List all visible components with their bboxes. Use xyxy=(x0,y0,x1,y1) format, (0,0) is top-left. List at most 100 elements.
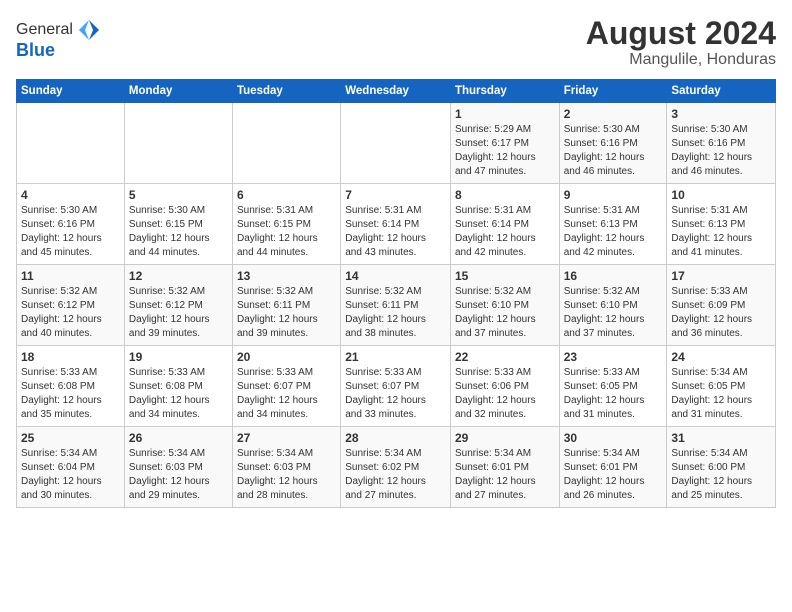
page-title: August 2024 xyxy=(586,16,776,51)
day-detail: Sunrise: 5:32 AM Sunset: 6:12 PM Dayligh… xyxy=(21,285,120,341)
day-detail: Sunrise: 5:34 AM Sunset: 6:00 PM Dayligh… xyxy=(671,447,771,503)
calendar-cell: 28 Sunrise: 5:34 AM Sunset: 6:02 PM Dayli… xyxy=(341,427,451,508)
day-number: 27 xyxy=(237,431,336,445)
day-detail: Sunrise: 5:33 AM Sunset: 6:05 PM Dayligh… xyxy=(564,366,663,422)
calendar-cell: 24 Sunrise: 5:34 AM Sunset: 6:05 PM Dayli… xyxy=(667,346,776,427)
logo-general-text: General xyxy=(16,21,73,39)
day-number: 13 xyxy=(237,269,336,283)
day-number: 23 xyxy=(564,350,663,364)
day-detail: Sunrise: 5:33 AM Sunset: 6:08 PM Dayligh… xyxy=(129,366,228,422)
calendar-cell: 29 Sunrise: 5:34 AM Sunset: 6:01 PM Dayli… xyxy=(450,427,559,508)
day-detail: Sunrise: 5:32 AM Sunset: 6:11 PM Dayligh… xyxy=(237,285,336,341)
day-number: 11 xyxy=(21,269,120,283)
calendar-week-3: 18 Sunrise: 5:33 AM Sunset: 6:08 PM Dayli… xyxy=(17,346,776,427)
calendar-header-sunday: Sunday xyxy=(17,80,125,103)
page-subtitle: Mangulile, Honduras xyxy=(586,51,776,69)
day-detail: Sunrise: 5:31 AM Sunset: 6:13 PM Dayligh… xyxy=(564,204,663,260)
day-number: 24 xyxy=(671,350,771,364)
calendar-cell: 11 Sunrise: 5:32 AM Sunset: 6:12 PM Dayli… xyxy=(17,265,125,346)
day-number: 12 xyxy=(129,269,228,283)
calendar-week-4: 25 Sunrise: 5:34 AM Sunset: 6:04 PM Dayli… xyxy=(17,427,776,508)
day-detail: Sunrise: 5:30 AM Sunset: 6:15 PM Dayligh… xyxy=(129,204,228,260)
logo-icon xyxy=(75,16,103,44)
calendar-header-monday: Monday xyxy=(124,80,232,103)
calendar-cell: 25 Sunrise: 5:34 AM Sunset: 6:04 PM Dayli… xyxy=(17,427,125,508)
day-detail: Sunrise: 5:34 AM Sunset: 6:05 PM Dayligh… xyxy=(671,366,771,422)
calendar-cell: 22 Sunrise: 5:33 AM Sunset: 6:06 PM Dayli… xyxy=(450,346,559,427)
logo: General Blue xyxy=(16,16,103,61)
day-number: 31 xyxy=(671,431,771,445)
day-number: 18 xyxy=(21,350,120,364)
calendar-header-row: SundayMondayTuesdayWednesdayThursdayFrid… xyxy=(17,80,776,103)
day-detail: Sunrise: 5:31 AM Sunset: 6:13 PM Dayligh… xyxy=(671,204,771,260)
day-detail: Sunrise: 5:33 AM Sunset: 6:09 PM Dayligh… xyxy=(671,285,771,341)
day-detail: Sunrise: 5:32 AM Sunset: 6:11 PM Dayligh… xyxy=(345,285,446,341)
day-number: 15 xyxy=(455,269,555,283)
calendar-cell: 20 Sunrise: 5:33 AM Sunset: 6:07 PM Dayli… xyxy=(232,346,340,427)
day-detail: Sunrise: 5:30 AM Sunset: 6:16 PM Dayligh… xyxy=(671,123,771,179)
day-detail: Sunrise: 5:33 AM Sunset: 6:08 PM Dayligh… xyxy=(21,366,120,422)
calendar-cell xyxy=(341,103,451,184)
day-detail: Sunrise: 5:33 AM Sunset: 6:06 PM Dayligh… xyxy=(455,366,555,422)
calendar-cell: 6 Sunrise: 5:31 AM Sunset: 6:15 PM Daylig… xyxy=(232,184,340,265)
day-detail: Sunrise: 5:34 AM Sunset: 6:02 PM Dayligh… xyxy=(345,447,446,503)
day-number: 7 xyxy=(345,188,446,202)
title-block: August 2024 Mangulile, Honduras xyxy=(586,16,776,69)
day-number: 30 xyxy=(564,431,663,445)
day-number: 29 xyxy=(455,431,555,445)
day-detail: Sunrise: 5:32 AM Sunset: 6:12 PM Dayligh… xyxy=(129,285,228,341)
calendar-cell: 9Sunrise: 5:31 AM Sunset: 6:13 PM Daylig… xyxy=(559,184,667,265)
calendar-cell: 15 Sunrise: 5:32 AM Sunset: 6:10 PM Dayli… xyxy=(450,265,559,346)
day-number: 28 xyxy=(345,431,446,445)
day-number: 5 xyxy=(129,188,228,202)
day-number: 8 xyxy=(455,188,555,202)
day-detail: Sunrise: 5:31 AM Sunset: 6:14 PM Dayligh… xyxy=(455,204,555,260)
day-number: 22 xyxy=(455,350,555,364)
day-detail: Sunrise: 5:31 AM Sunset: 6:14 PM Dayligh… xyxy=(345,204,446,260)
calendar-header-tuesday: Tuesday xyxy=(232,80,340,103)
calendar-cell: 18 Sunrise: 5:33 AM Sunset: 6:08 PM Dayli… xyxy=(17,346,125,427)
day-detail: Sunrise: 5:34 AM Sunset: 6:03 PM Dayligh… xyxy=(129,447,228,503)
day-detail: Sunrise: 5:29 AM Sunset: 6:17 PM Dayligh… xyxy=(455,123,555,179)
day-detail: Sunrise: 5:34 AM Sunset: 6:01 PM Dayligh… xyxy=(455,447,555,503)
day-number: 19 xyxy=(129,350,228,364)
calendar-cell: 30 Sunrise: 5:34 AM Sunset: 6:01 PM Dayli… xyxy=(559,427,667,508)
calendar-header-thursday: Thursday xyxy=(450,80,559,103)
header: General Blue August 2024 Mangulile, Hond… xyxy=(16,16,776,69)
calendar-header-saturday: Saturday xyxy=(667,80,776,103)
calendar-cell: 5 Sunrise: 5:30 AM Sunset: 6:15 PM Daylig… xyxy=(124,184,232,265)
day-detail: Sunrise: 5:30 AM Sunset: 6:16 PM Dayligh… xyxy=(564,123,663,179)
day-number: 4 xyxy=(21,188,120,202)
day-detail: Sunrise: 5:32 AM Sunset: 6:10 PM Dayligh… xyxy=(455,285,555,341)
calendar-week-0: 1 Sunrise: 5:29 AM Sunset: 6:17 PM Daylig… xyxy=(17,103,776,184)
calendar-table: SundayMondayTuesdayWednesdayThursdayFrid… xyxy=(16,79,776,508)
day-detail: Sunrise: 5:34 AM Sunset: 6:01 PM Dayligh… xyxy=(564,447,663,503)
calendar-cell: 27Sunrise: 5:34 AM Sunset: 6:03 PM Dayli… xyxy=(232,427,340,508)
day-number: 25 xyxy=(21,431,120,445)
calendar-week-2: 11 Sunrise: 5:32 AM Sunset: 6:12 PM Dayli… xyxy=(17,265,776,346)
day-number: 17 xyxy=(671,269,771,283)
day-number: 10 xyxy=(671,188,771,202)
calendar-cell: 17 Sunrise: 5:33 AM Sunset: 6:09 PM Dayli… xyxy=(667,265,776,346)
calendar-header-wednesday: Wednesday xyxy=(341,80,451,103)
day-detail: Sunrise: 5:31 AM Sunset: 6:15 PM Dayligh… xyxy=(237,204,336,260)
calendar-cell: 10 Sunrise: 5:31 AM Sunset: 6:13 PM Dayli… xyxy=(667,184,776,265)
day-number: 1 xyxy=(455,107,555,121)
day-detail: Sunrise: 5:32 AM Sunset: 6:10 PM Dayligh… xyxy=(564,285,663,341)
day-number: 14 xyxy=(345,269,446,283)
calendar-cell: 19 Sunrise: 5:33 AM Sunset: 6:08 PM Dayli… xyxy=(124,346,232,427)
page: General Blue August 2024 Mangulile, Hond… xyxy=(0,0,792,516)
calendar-cell: 3Sunrise: 5:30 AM Sunset: 6:16 PM Daylig… xyxy=(667,103,776,184)
day-detail: Sunrise: 5:34 AM Sunset: 6:04 PM Dayligh… xyxy=(21,447,120,503)
calendar-week-1: 4Sunrise: 5:30 AM Sunset: 6:16 PM Daylig… xyxy=(17,184,776,265)
calendar-cell: 16 Sunrise: 5:32 AM Sunset: 6:10 PM Dayli… xyxy=(559,265,667,346)
day-number: 6 xyxy=(237,188,336,202)
calendar-cell: 7 Sunrise: 5:31 AM Sunset: 6:14 PM Daylig… xyxy=(341,184,451,265)
calendar-cell: 1 Sunrise: 5:29 AM Sunset: 6:17 PM Daylig… xyxy=(450,103,559,184)
day-number: 20 xyxy=(237,350,336,364)
day-number: 21 xyxy=(345,350,446,364)
day-detail: Sunrise: 5:33 AM Sunset: 6:07 PM Dayligh… xyxy=(237,366,336,422)
calendar-cell: 21Sunrise: 5:33 AM Sunset: 6:07 PM Dayli… xyxy=(341,346,451,427)
calendar-cell: 12 Sunrise: 5:32 AM Sunset: 6:12 PM Dayli… xyxy=(124,265,232,346)
day-number: 16 xyxy=(564,269,663,283)
